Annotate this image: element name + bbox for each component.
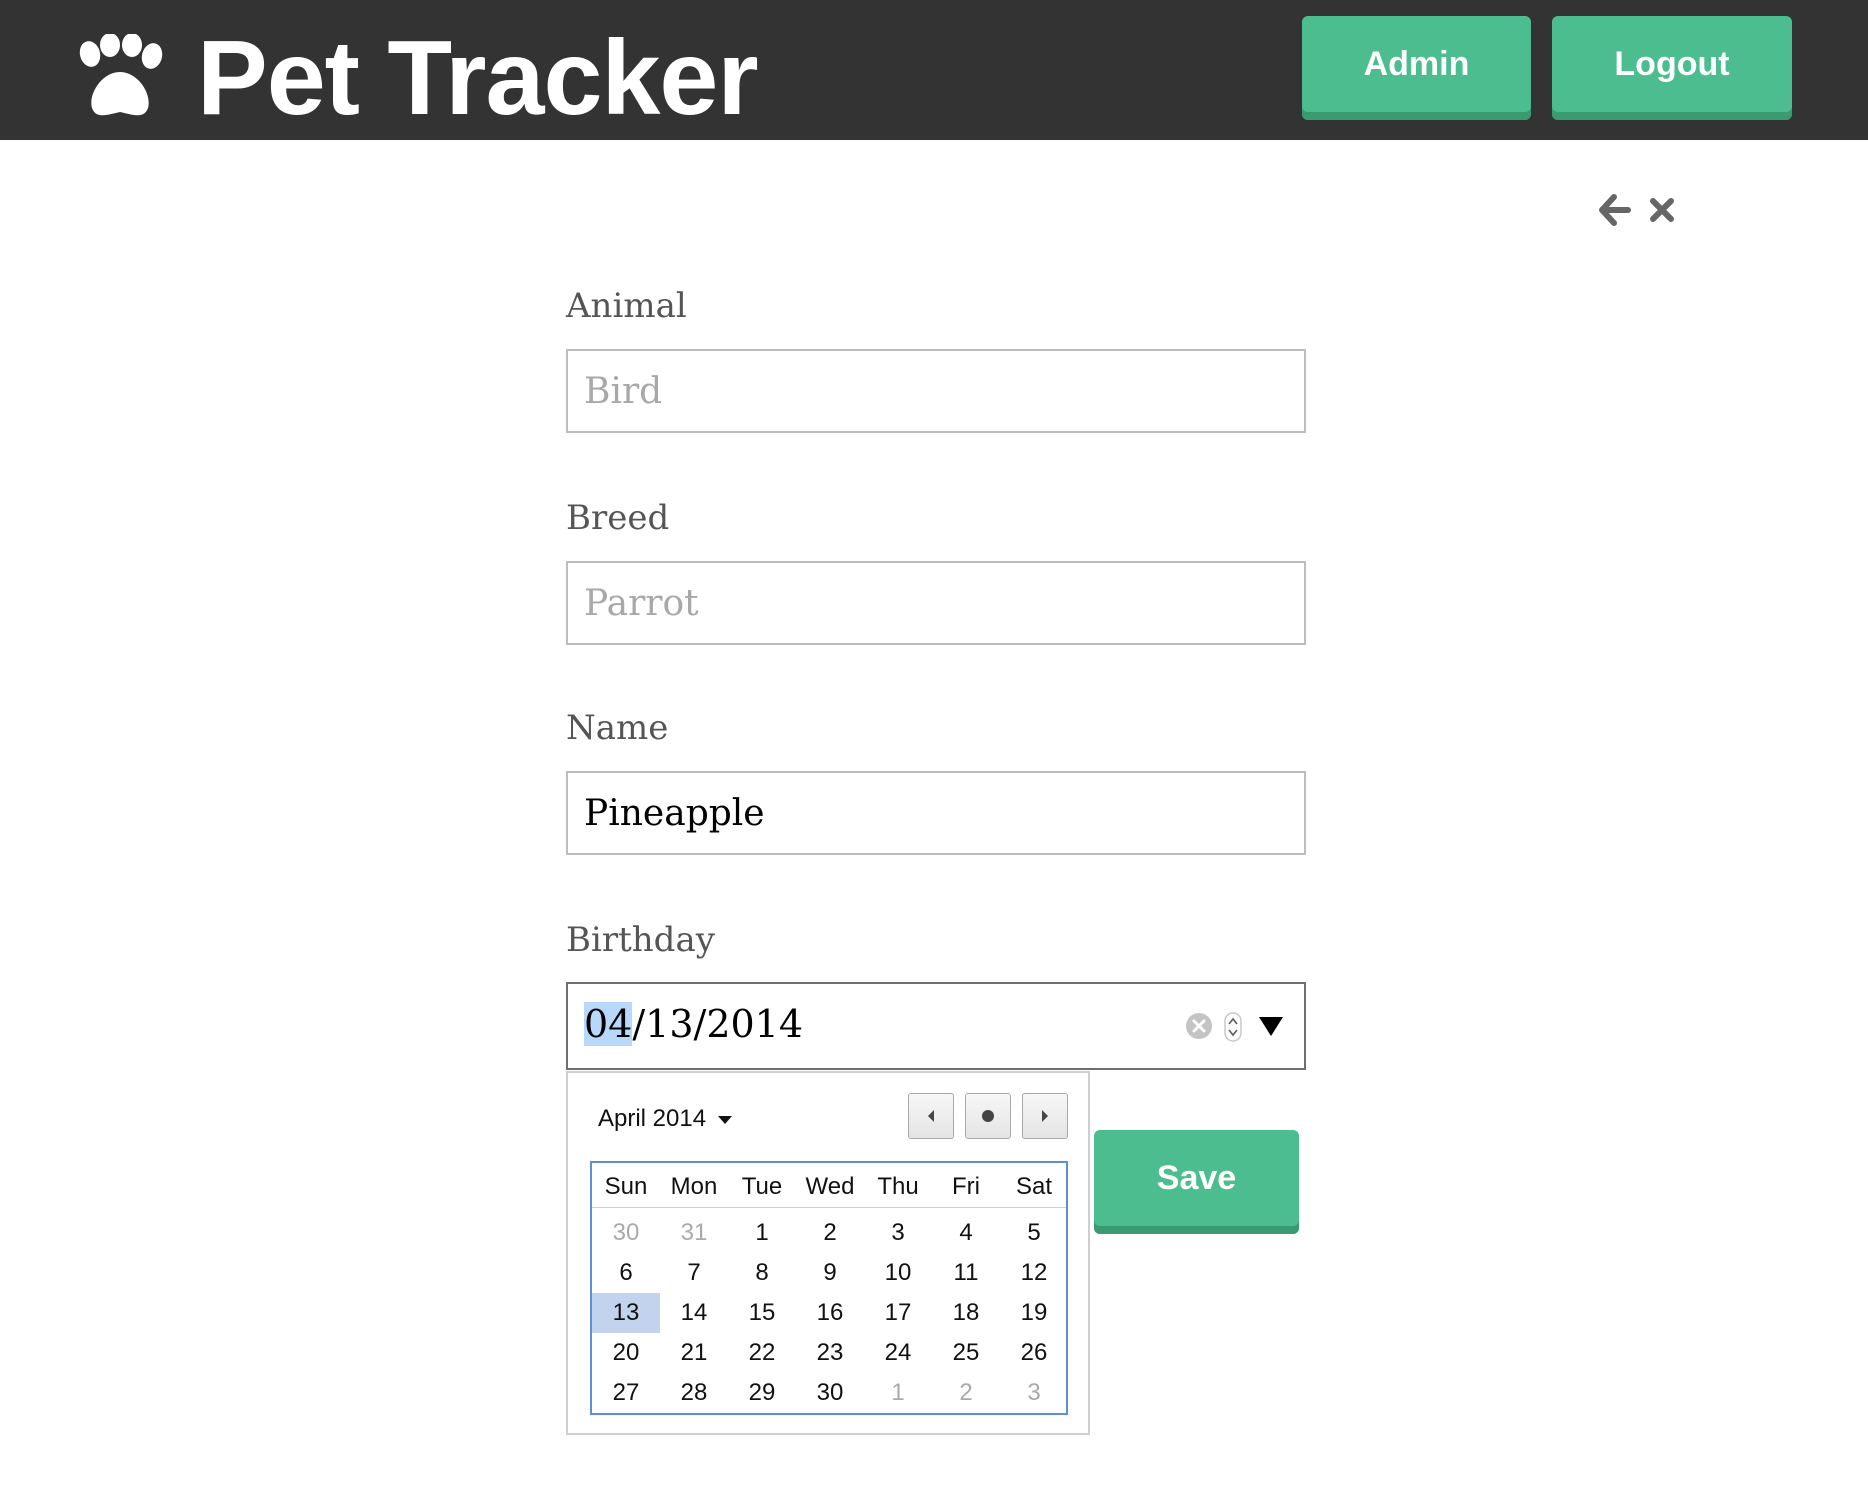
calendar-day[interactable]: 3: [864, 1213, 932, 1253]
calendar-day[interactable]: 2: [932, 1373, 1000, 1413]
caret-left-icon: [928, 1110, 934, 1122]
name-input[interactable]: [566, 771, 1306, 855]
calendar-day[interactable]: 10: [864, 1253, 932, 1293]
save-button[interactable]: Save: [1094, 1130, 1299, 1234]
arrow-left-icon[interactable]: [1597, 193, 1631, 227]
calendar-day[interactable]: 26: [1000, 1333, 1068, 1373]
birthday-day-year-segment[interactable]: /13/2014: [632, 1002, 803, 1046]
weekday-label: Thu: [877, 1173, 919, 1200]
date-spinner-icon[interactable]: [1224, 1012, 1242, 1042]
name-label: Name: [566, 708, 669, 748]
weekday-header-row: Sun Mon Tue Wed Thu Fri Sat: [592, 1163, 1066, 1208]
clear-date-icon[interactable]: [1184, 1011, 1214, 1041]
calendar-day-selected[interactable]: 13: [592, 1293, 660, 1333]
weekday-label: Sat: [1015, 1173, 1053, 1200]
calendar-day[interactable]: 1: [728, 1213, 796, 1253]
calendar-day[interactable]: 7: [660, 1253, 728, 1293]
breed-label: Breed: [566, 498, 670, 538]
calendar-day[interactable]: 24: [864, 1333, 932, 1373]
birthday-date-input[interactable]: 04/13/2014: [566, 982, 1306, 1070]
caret-down-icon: [718, 1115, 733, 1124]
birthday-month-segment[interactable]: 04: [584, 1002, 633, 1046]
dropdown-triangle-icon[interactable]: [1257, 1014, 1285, 1038]
birthday-value[interactable]: 04/13/2014: [584, 1002, 803, 1046]
calendar-day[interactable]: 31: [660, 1213, 728, 1253]
calendar-day[interactable]: 25: [932, 1333, 1000, 1373]
calendar-month-label: April 2014: [598, 1105, 707, 1132]
app-header: Pet Tracker Admin Logout: [0, 0, 1868, 140]
calendar-day[interactable]: 3: [1000, 1373, 1068, 1413]
calendar-day[interactable]: 17: [864, 1293, 932, 1333]
calendar-day[interactable]: 11: [932, 1253, 1000, 1293]
caret-right-icon: [1042, 1110, 1048, 1122]
calendar-day[interactable]: 30: [796, 1373, 864, 1413]
calendar-day[interactable]: 1: [864, 1373, 932, 1413]
next-month-button[interactable]: [1022, 1093, 1068, 1139]
calendar-day[interactable]: 20: [592, 1333, 660, 1373]
animal-label: Animal: [566, 286, 687, 326]
calendar-day[interactable]: 27: [592, 1373, 660, 1413]
calendar-day[interactable]: 6: [592, 1253, 660, 1293]
calendar-day[interactable]: 4: [932, 1213, 1000, 1253]
calendar-day[interactable]: 28: [660, 1373, 728, 1413]
calendar-day[interactable]: 5: [1000, 1213, 1068, 1253]
calendar-day[interactable]: 9: [796, 1253, 864, 1293]
calendar-day[interactable]: 18: [932, 1293, 1000, 1333]
calendar-day[interactable]: 12: [1000, 1253, 1068, 1293]
weekday-label: Mon: [670, 1173, 718, 1200]
calendar-day[interactable]: 16: [796, 1293, 864, 1333]
breed-input[interactable]: [566, 561, 1306, 645]
calendar-day[interactable]: 19: [1000, 1293, 1068, 1333]
animal-input[interactable]: [566, 349, 1306, 433]
calendar-day[interactable]: 23: [796, 1333, 864, 1373]
logout-button[interactable]: Logout: [1552, 16, 1792, 120]
previous-month-button[interactable]: [908, 1093, 954, 1139]
calendar-grid: Sun Mon Tue Wed Thu Fri Sat 30 31 1 2 3 4 5 6 7 8…: [590, 1161, 1068, 1415]
calendar-day[interactable]: 22: [728, 1333, 796, 1373]
calendar-day[interactable]: 21: [660, 1333, 728, 1373]
calendar-day[interactable]: 15: [728, 1293, 796, 1333]
close-icon[interactable]: [1648, 196, 1676, 224]
admin-button[interactable]: Admin: [1302, 16, 1531, 120]
dot-icon: [982, 1110, 994, 1122]
calendar-day[interactable]: 8: [728, 1253, 796, 1293]
paw-icon: [79, 34, 163, 116]
app-title: Pet Tracker: [197, 19, 759, 137]
calendar-popup: April 2014 Sun Mon Tue Wed Thu Fri Sat 3…: [566, 1071, 1090, 1435]
calendar-day[interactable]: 29: [728, 1373, 796, 1413]
weekday-label: Tue: [741, 1173, 783, 1200]
birthday-label: Birthday: [566, 920, 715, 960]
calendar-day[interactable]: 2: [796, 1213, 864, 1253]
weekday-label: Sun: [604, 1173, 648, 1200]
calendar-month-select[interactable]: April 2014: [598, 1105, 733, 1133]
today-button[interactable]: [965, 1093, 1011, 1139]
calendar-day[interactable]: 30: [592, 1213, 660, 1253]
weekday-label: Fri: [952, 1173, 980, 1200]
weekday-label: Wed: [805, 1173, 855, 1200]
calendar-day[interactable]: 14: [660, 1293, 728, 1333]
